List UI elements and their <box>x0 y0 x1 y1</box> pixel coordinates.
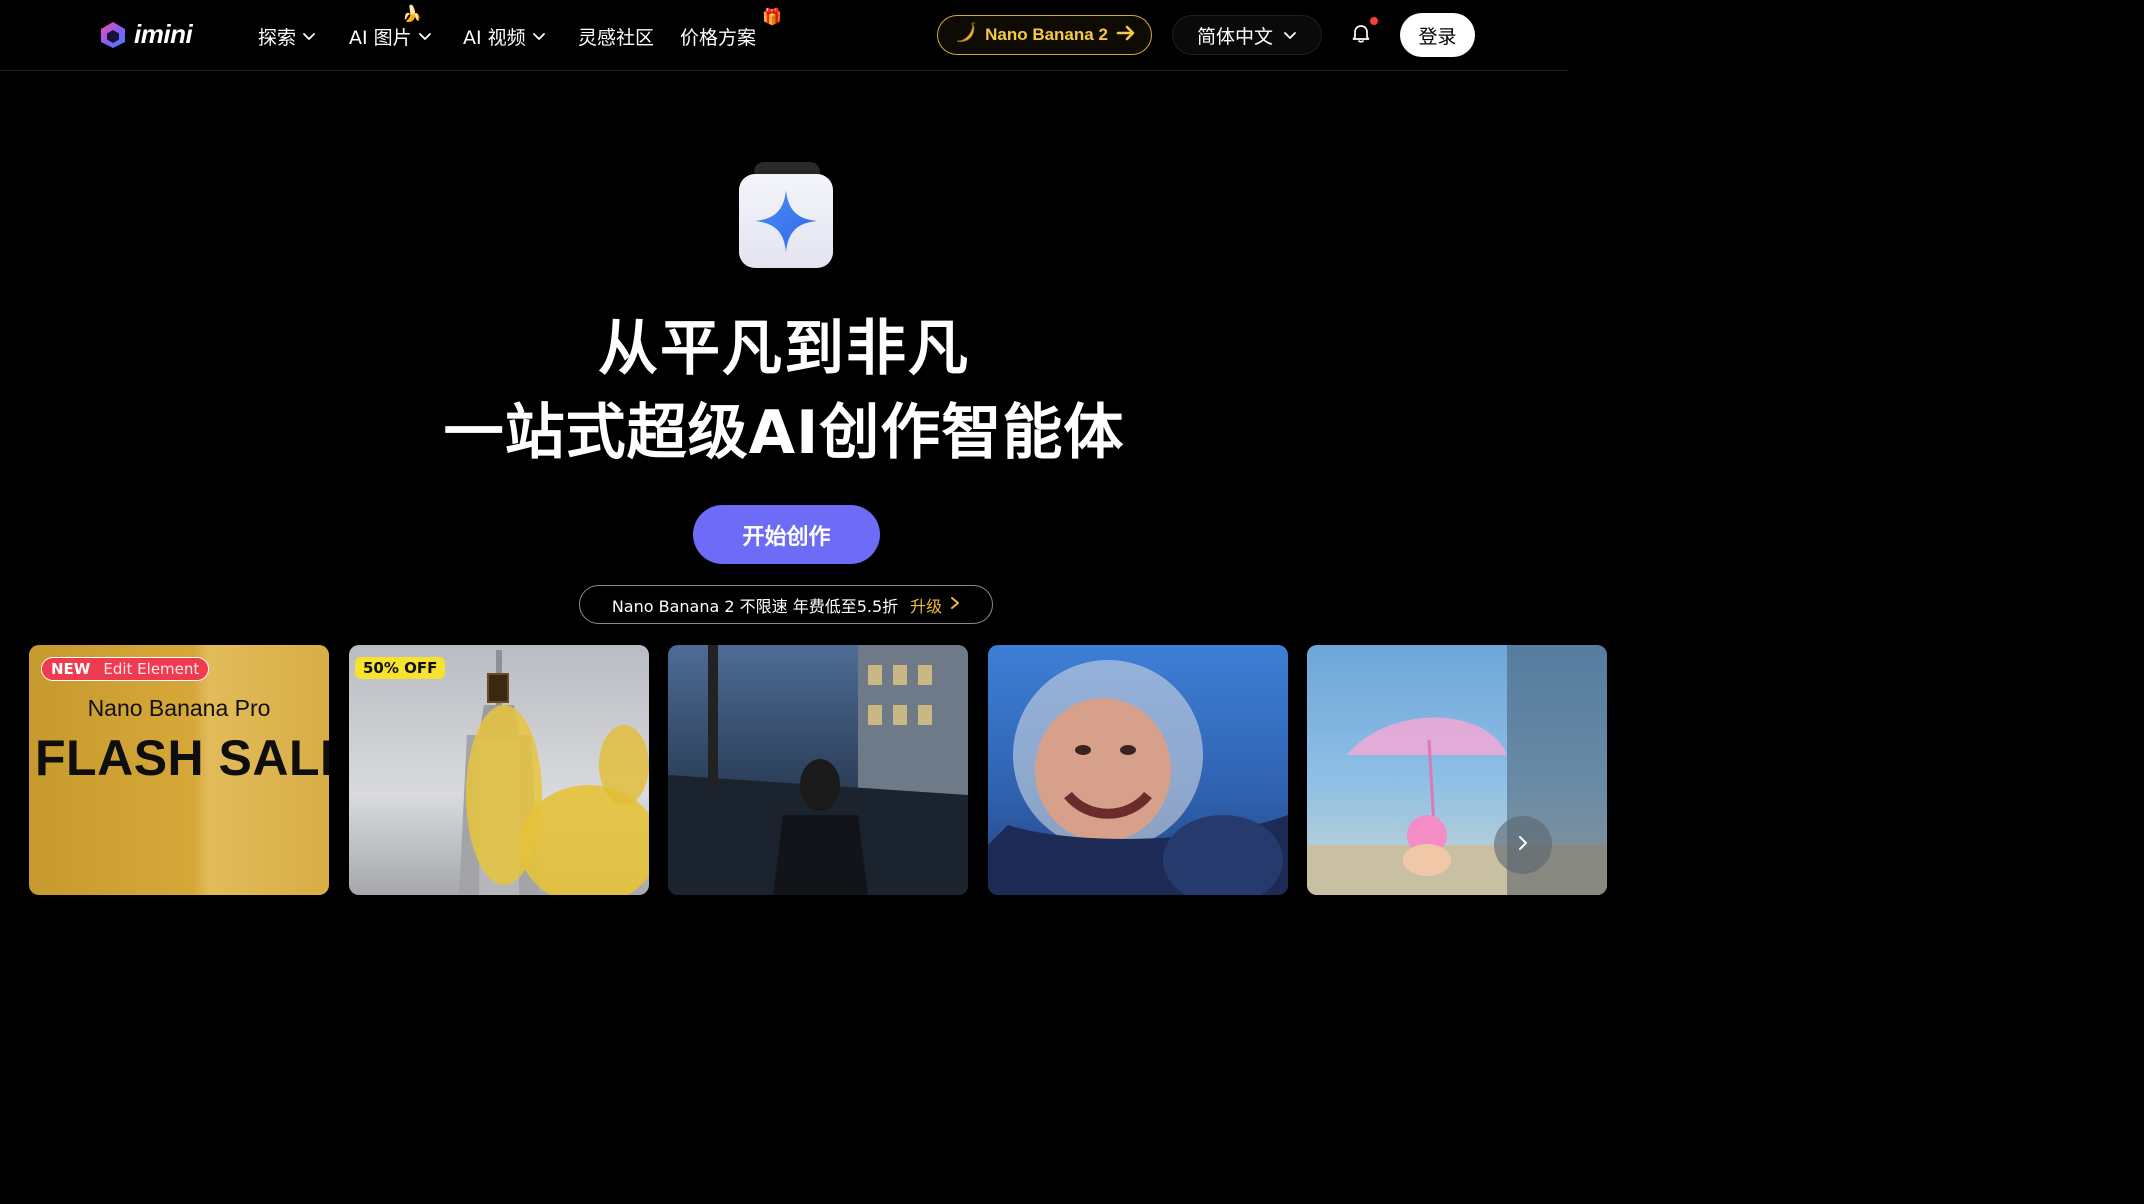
astronaut-card[interactable] <box>988 645 1288 895</box>
language-label: 简体中文 <box>1196 25 1273 48</box>
astronaut-image <box>988 660 1288 895</box>
badge-tag-label: Edit Element <box>99 658 209 680</box>
promo-text: Nano Banana 2 不限速 年费低至5.5折 <box>611 596 899 616</box>
nav-ai-video[interactable]: AI 视频 <box>463 22 546 50</box>
upgrade-promo-banner[interactable]: Nano Banana 2 不限速 年费低至5.5折 升级 <box>579 585 993 624</box>
discount-badge: 50% OFF <box>355 657 446 679</box>
chevron-down-icon <box>1283 28 1297 42</box>
skyscraper-image <box>459 650 649 895</box>
street-scene-image <box>668 645 968 895</box>
arrow-right-icon <box>1116 25 1136 45</box>
language-selector[interactable]: 简体中文 <box>1172 15 1322 55</box>
card-subtitle: Nano Banana Pro <box>87 695 271 721</box>
flash-sale-card[interactable]: NEW Edit Element Nano Banana Pro FLASH S… <box>29 645 329 895</box>
new-badge: NEW Edit Element <box>41 657 210 681</box>
street-scene-card[interactable] <box>668 645 968 895</box>
hero-headline: 从平凡到非凡 <box>598 314 970 384</box>
nav-community[interactable]: 灵感社区 <box>578 22 654 50</box>
nav-ai-video-label: AI 视频 <box>463 26 526 49</box>
promo-button-label: Nano Banana 2 <box>985 25 1108 44</box>
nav-pricing-label: 价格方案 <box>680 26 757 49</box>
nav-explore[interactable]: 探索 <box>258 22 316 50</box>
logo-text: imini <box>134 19 193 49</box>
login-button[interactable]: 登录 <box>1400 13 1475 57</box>
top-navbar: imini 探索 AI 图片 🍌 AI 视频 灵感社区 价格方案 🎁 Nano … <box>0 0 1568 71</box>
nav-ai-image-label: AI 图片 <box>349 26 412 49</box>
chevron-right-icon <box>1516 833 1530 857</box>
carousel-next-button[interactable] <box>1494 816 1552 874</box>
hero-subheadline: 一站式超级AI创作智能体 <box>443 398 1125 468</box>
card-title: FLASH SALE <box>35 730 329 786</box>
notification-dot <box>1369 16 1379 26</box>
banana-icon <box>953 21 977 49</box>
chevron-right-icon <box>950 595 960 614</box>
nano-banana-promo-button[interactable]: Nano Banana 2 <box>937 15 1152 55</box>
gift-icon: 🎁 <box>762 7 782 26</box>
upgrade-label: 升级 <box>910 596 943 616</box>
banana-icon: 🍌 <box>402 4 422 23</box>
start-creating-button[interactable]: 开始创作 <box>693 505 880 564</box>
nav-ai-image[interactable]: AI 图片 <box>349 22 432 50</box>
beach-image <box>1307 645 1607 895</box>
sparkle-icon <box>739 174 833 268</box>
banana-tower-card[interactable]: 50% OFF <box>349 645 649 895</box>
bell-icon <box>1350 22 1372 48</box>
chevron-down-icon <box>302 29 316 43</box>
badge-new-label: NEW <box>42 658 100 680</box>
logo[interactable]: imini <box>98 19 193 50</box>
nav-pricing[interactable]: 价格方案 <box>680 22 756 50</box>
umbrella-beach-card[interactable] <box>1307 645 1607 895</box>
nav-community-label: 灵感社区 <box>578 26 655 49</box>
nav-explore-label: 探索 <box>258 26 297 49</box>
logo-icon <box>98 20 128 50</box>
upgrade-link[interactable]: 升级 <box>910 593 960 617</box>
chevron-down-icon <box>532 29 546 43</box>
chevron-down-icon <box>418 29 432 43</box>
